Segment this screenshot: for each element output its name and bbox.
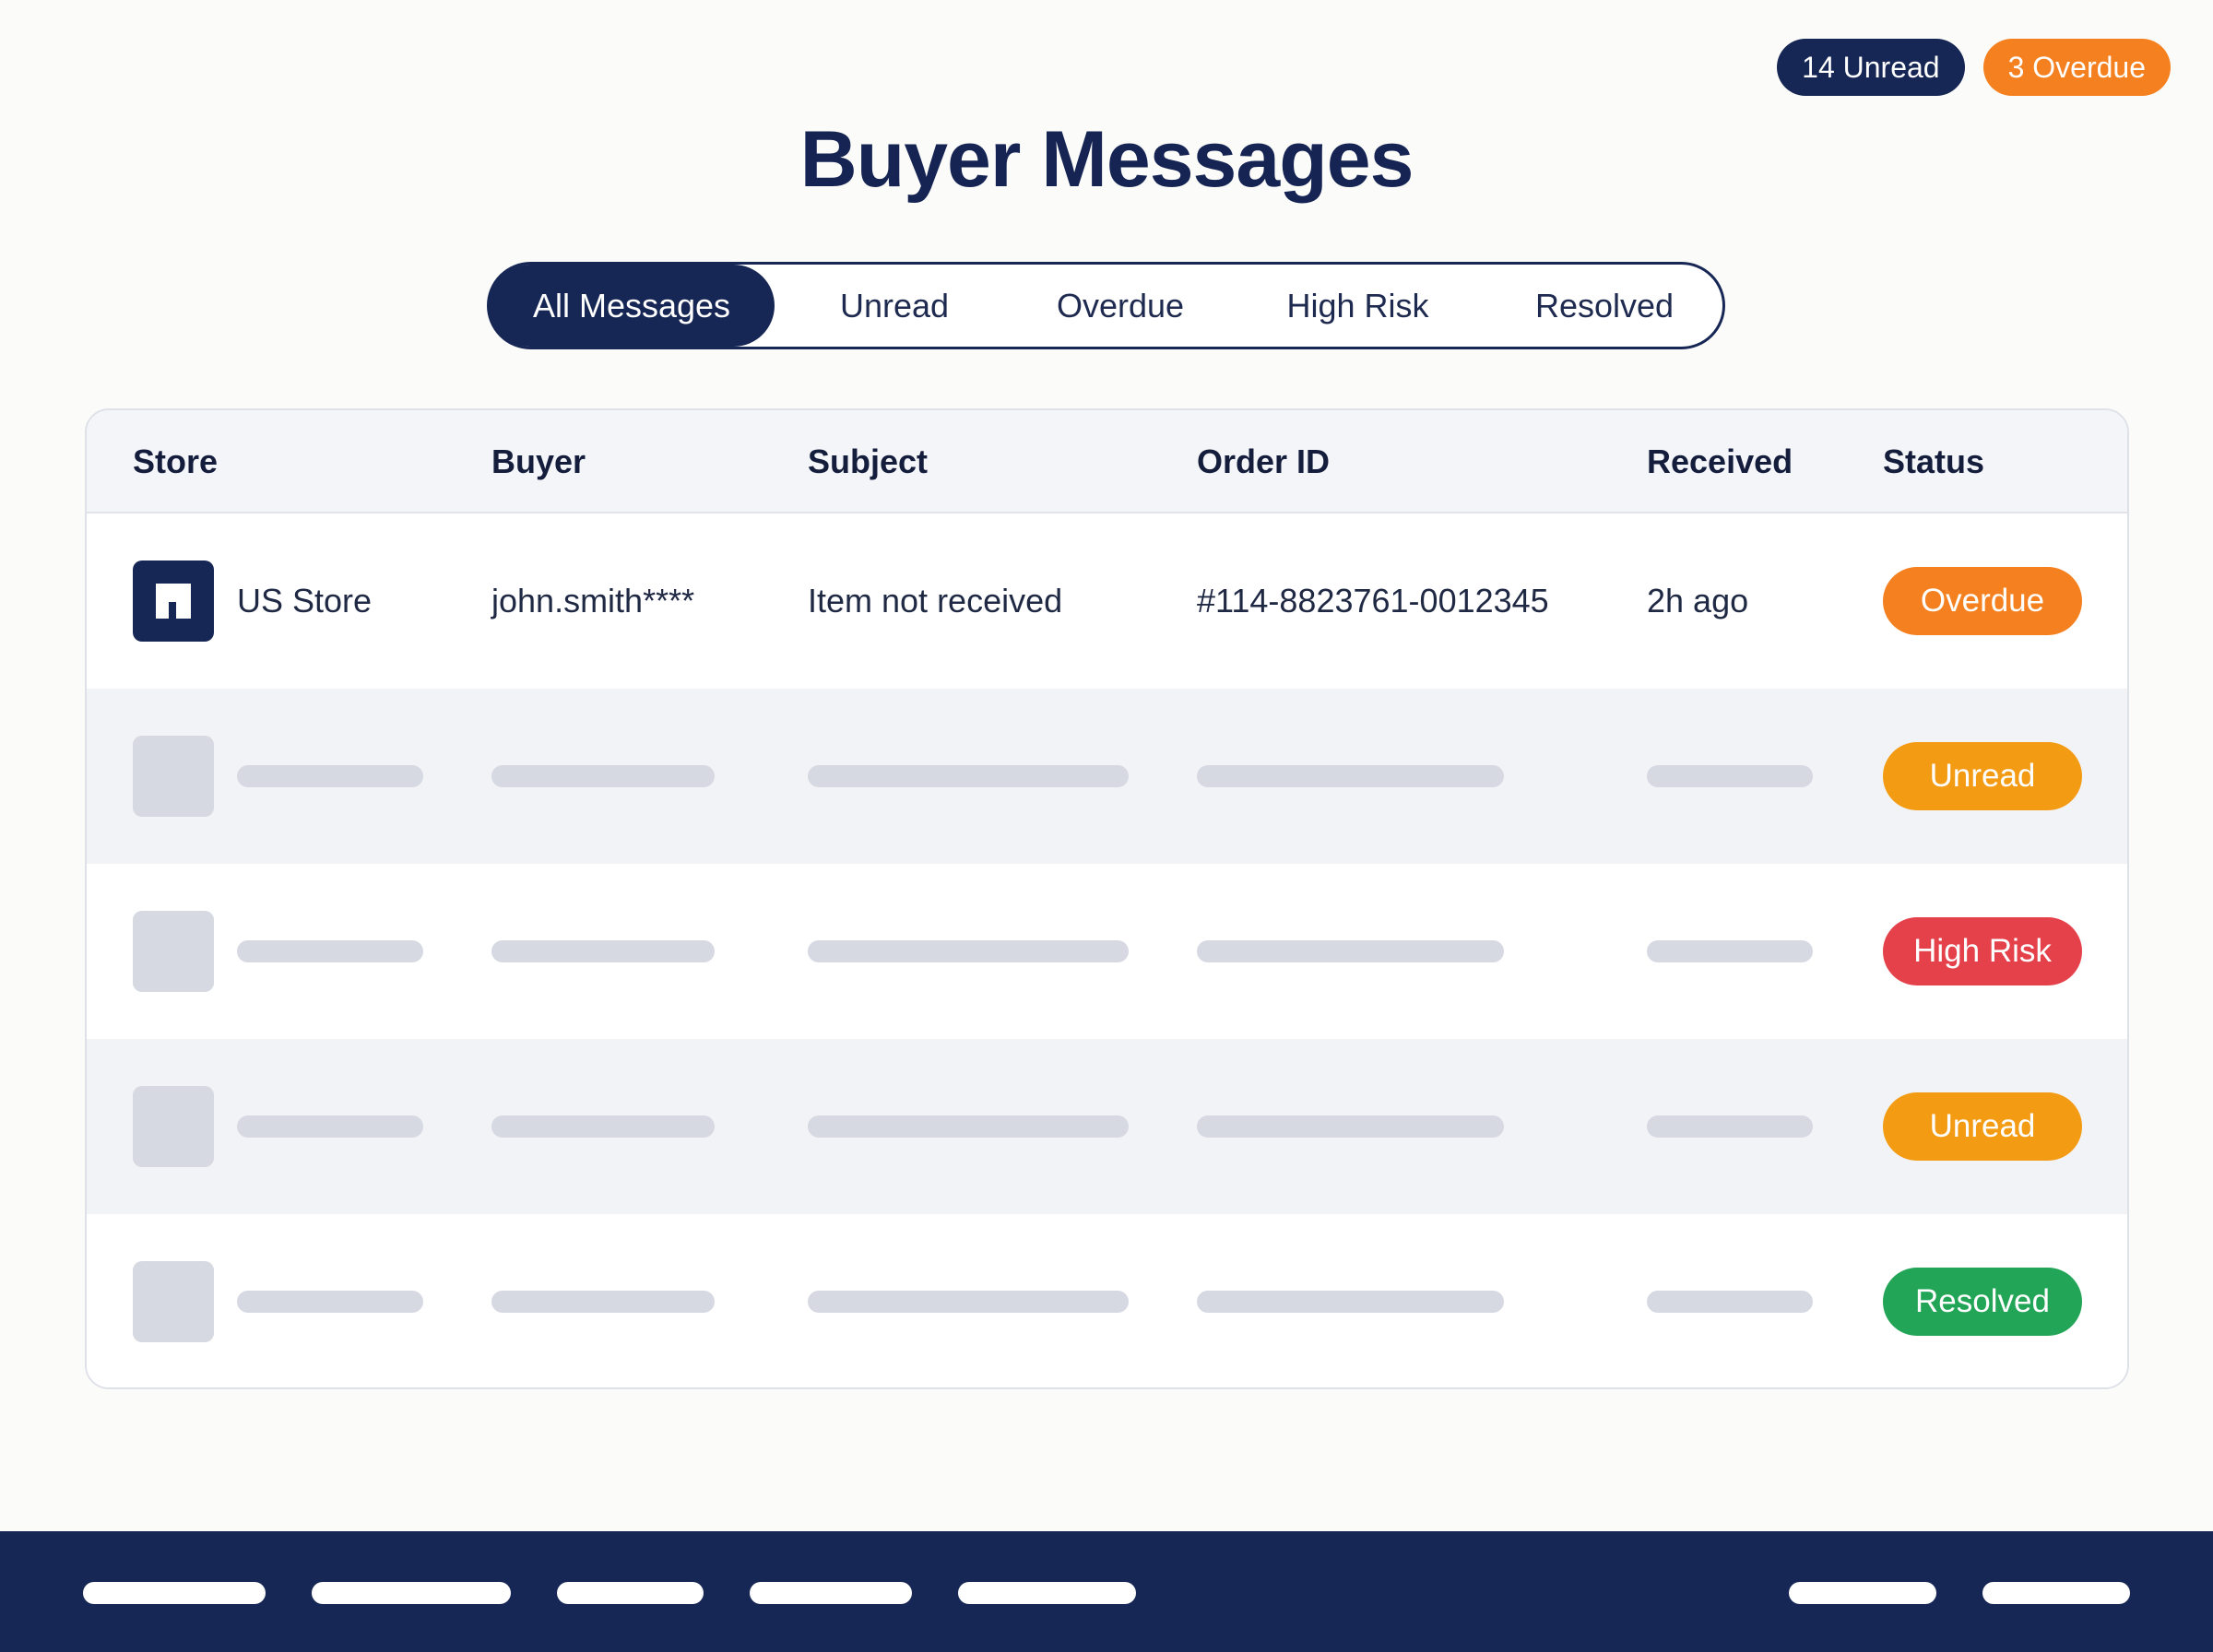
received-placeholder bbox=[1647, 1291, 1813, 1313]
table-row[interactable]: Unread bbox=[87, 689, 2127, 864]
unread-count-badge[interactable]: 14 Unread bbox=[1777, 39, 1965, 96]
footer-link-placeholder[interactable] bbox=[557, 1582, 704, 1604]
status-badge: Overdue bbox=[1883, 567, 2082, 635]
store-placeholder bbox=[237, 940, 423, 962]
received-placeholder bbox=[1647, 1115, 1813, 1138]
order-id-placeholder bbox=[1197, 1291, 1504, 1313]
order-id-placeholder bbox=[1197, 765, 1504, 787]
footer-link-placeholder[interactable] bbox=[958, 1582, 1136, 1604]
column-header-status[interactable]: Status bbox=[1883, 410, 1984, 513]
store-icon-placeholder bbox=[133, 1261, 214, 1342]
subject-placeholder bbox=[808, 765, 1129, 787]
buyer-placeholder bbox=[491, 940, 715, 962]
subject-placeholder bbox=[808, 1291, 1129, 1313]
column-header-buyer[interactable]: Buyer bbox=[491, 410, 586, 513]
store-icon-placeholder bbox=[133, 911, 214, 992]
received-placeholder bbox=[1647, 940, 1813, 962]
order-id[interactable]: #114-8823761-0012345 bbox=[1197, 513, 1549, 689]
buyer-messages-page: 14 Unread 3 Overdue Buyer Messages All M… bbox=[0, 0, 2213, 1652]
footer-link-placeholder[interactable] bbox=[750, 1582, 912, 1604]
status-badge: High Risk bbox=[1883, 917, 2082, 985]
order-id-placeholder bbox=[1197, 940, 1504, 962]
tab-resolved[interactable]: Resolved bbox=[1489, 265, 1720, 347]
status-badge: Unread bbox=[1883, 1092, 2082, 1161]
footer-bar bbox=[0, 1531, 2213, 1652]
subject-placeholder bbox=[808, 940, 1129, 962]
table-row[interactable]: US Store john.smith**** Item not receive… bbox=[87, 513, 2127, 689]
status-badge: Resolved bbox=[1883, 1268, 2082, 1336]
footer-link-placeholder[interactable] bbox=[312, 1582, 511, 1604]
buyer-placeholder bbox=[491, 1291, 715, 1313]
status-badge: Unread bbox=[1883, 742, 2082, 810]
messages-table: Store Buyer Subject Order ID Received St… bbox=[85, 408, 2129, 1389]
message-subject[interactable]: Item not received bbox=[808, 513, 1062, 689]
tab-unread[interactable]: Unread bbox=[775, 265, 1014, 347]
filter-tabs: All Messages Unread Overdue High Risk Re… bbox=[487, 262, 1725, 349]
buyer-name: john.smith**** bbox=[491, 582, 695, 620]
order-id-placeholder bbox=[1197, 1115, 1504, 1138]
buyer-placeholder bbox=[491, 1115, 715, 1138]
table-row[interactable]: High Risk bbox=[87, 864, 2127, 1039]
footer-link-placeholder[interactable] bbox=[1789, 1582, 1936, 1604]
column-header-received[interactable]: Received bbox=[1647, 410, 1793, 513]
table-row[interactable]: Unread bbox=[87, 1039, 2127, 1214]
store-name: US Store bbox=[237, 582, 373, 620]
column-header-store[interactable]: Store bbox=[133, 410, 218, 513]
tab-high-risk[interactable]: High Risk bbox=[1226, 265, 1489, 347]
table-row[interactable]: Resolved bbox=[87, 1214, 2127, 1387]
tab-overdue[interactable]: Overdue bbox=[1014, 265, 1226, 347]
tab-all-messages[interactable]: All Messages bbox=[489, 265, 775, 347]
store-placeholder bbox=[237, 1115, 423, 1138]
store-icon-placeholder bbox=[133, 1086, 214, 1167]
overdue-count-badge[interactable]: 3 Overdue bbox=[1982, 39, 2171, 96]
footer-link-placeholder[interactable] bbox=[83, 1582, 266, 1604]
subject-placeholder bbox=[808, 1115, 1129, 1138]
page-title: Buyer Messages bbox=[799, 115, 1414, 204]
storefront-icon bbox=[133, 560, 214, 642]
message-counters: 14 Unread 3 Overdue bbox=[1777, 39, 2171, 96]
column-header-subject[interactable]: Subject bbox=[808, 410, 928, 513]
footer-link-placeholder[interactable] bbox=[1982, 1582, 2130, 1604]
store-icon-placeholder bbox=[133, 736, 214, 817]
table-header: Store Buyer Subject Order ID Received St… bbox=[87, 410, 2127, 513]
store-placeholder bbox=[237, 765, 423, 787]
received-placeholder bbox=[1647, 765, 1813, 787]
received-time: 2h ago bbox=[1647, 582, 1749, 620]
buyer-placeholder bbox=[491, 765, 715, 787]
column-header-order-id[interactable]: Order ID bbox=[1197, 410, 1330, 513]
store-placeholder bbox=[237, 1291, 423, 1313]
